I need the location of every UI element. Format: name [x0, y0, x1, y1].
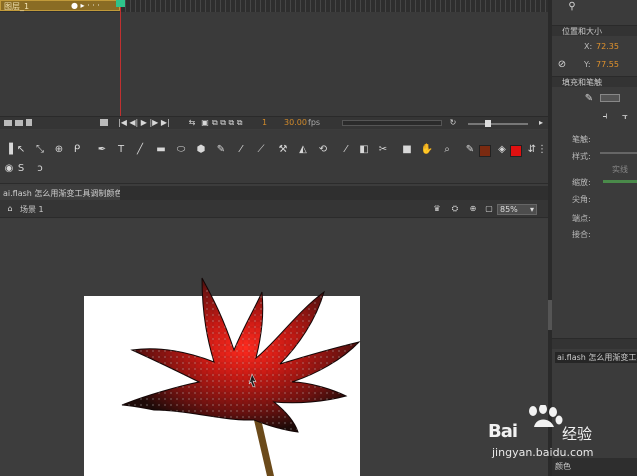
distribute-icon[interactable]: ⫟ — [618, 110, 632, 124]
flash-ide-window: 图层_1 ● ▸ · · · |◀ ◀| ▶ |▶ ▶| ⇆ ▣ ⧉ ⧉ ⧉ ⧉… — [0, 0, 637, 476]
fill-color-swatch[interactable] — [510, 145, 522, 157]
eraser-icon[interactable]: ◧ — [357, 143, 371, 157]
scene-icon: ⌂ — [7, 204, 13, 213]
link-icon[interactable]: ⊘ — [555, 58, 569, 72]
scene-name[interactable]: 场景 1 — [20, 204, 44, 215]
x-label: X: — [584, 42, 593, 51]
lasso-tool-icon[interactable]: ᑭ — [70, 143, 84, 157]
playback-controls[interactable]: |◀ ◀| ▶ |▶ ▶| — [118, 116, 178, 130]
pencil-tool-icon[interactable]: ✎ — [214, 143, 228, 157]
edit-scene-icon[interactable]: ♛ — [430, 202, 444, 216]
layer-name: 图层_1 — [4, 2, 30, 11]
library-document-field[interactable]: ai.flash 怎么用渐变工具调制 — [555, 352, 637, 363]
more-tools-icon[interactable]: ⋮ — [535, 143, 549, 157]
subselection-tool-icon[interactable]: ⤡ — [33, 143, 47, 157]
camera-tool-icon[interactable]: ■ — [400, 143, 414, 157]
watermark-brand: Bai — [488, 421, 518, 442]
join-label: 接合: — [572, 230, 591, 239]
library-icon[interactable]: ⚲ — [565, 0, 579, 14]
position-size-header[interactable]: 位置和大小 — [552, 25, 637, 36]
paint-brush-icon[interactable]: ⟋ — [254, 143, 268, 157]
baidu-paw-logo — [529, 405, 563, 427]
watermark-url: jingyan.baidu.com — [492, 446, 594, 459]
stroke-slider[interactable] — [600, 152, 637, 154]
chevron-down-icon[interactable]: ▾ — [530, 205, 534, 214]
smooth-icon[interactable]: S — [14, 162, 28, 176]
zoom-tool-icon[interactable]: ⌕ — [440, 143, 454, 157]
selection-tool-icon[interactable]: ↖ — [14, 143, 28, 157]
stroke-color-icon[interactable]: ✎ — [463, 143, 477, 157]
style-option[interactable]: 实线 — [612, 164, 628, 175]
ink-bottle-icon[interactable]: ⟲ — [316, 143, 330, 157]
pen-tool-icon[interactable]: ✒ — [95, 143, 109, 157]
layer-row[interactable]: 图层_1 ● ▸ · · · — [0, 0, 120, 11]
x-value[interactable]: 72.35 — [596, 42, 619, 51]
new-layer-icon[interactable] — [4, 120, 12, 126]
zoom-select[interactable]: 85% ▾ — [497, 204, 537, 215]
timeline-panel: 图层_1 ● ▸ · · · |◀ ◀| ▶ |▶ ▶| ⇆ ▣ ⧉ ⧉ ⧉ ⧉… — [0, 0, 548, 129]
stroke-label: 笔触: — [572, 135, 591, 144]
brush-tool-icon[interactable]: ⁄ — [234, 143, 248, 157]
oval-tool-icon[interactable]: ⬭ — [174, 143, 188, 157]
style-label: 样式: — [572, 152, 591, 161]
frame-rate[interactable]: 30.00 — [284, 118, 307, 127]
hand-tool-icon[interactable]: ✋ — [420, 143, 434, 157]
stroke-color-swatch[interactable] — [479, 145, 491, 157]
loop-icon[interactable]: ⇆ — [185, 116, 199, 130]
timeline-zoom-knob[interactable] — [485, 120, 491, 127]
panel-scrollbar[interactable] — [548, 300, 552, 330]
cap-label: 端点: — [572, 214, 591, 223]
onion-skin-icon[interactable]: ▣ — [198, 116, 212, 130]
clip-icon[interactable]: ▢ — [482, 202, 496, 216]
fill-stroke-header[interactable]: 填充和笔触 — [552, 76, 637, 87]
playhead-handle[interactable] — [116, 0, 125, 7]
center-stage-icon[interactable]: ⊕ — [466, 202, 480, 216]
document-tab-title: ai.flash 怎么用渐变工具调制颜色.fla* — [3, 189, 120, 198]
library-header[interactable] — [552, 338, 637, 349]
eyedropper-icon[interactable]: ⁄ — [339, 143, 353, 157]
current-frame[interactable]: 1 — [262, 118, 267, 127]
scale-label: 缩放: — [572, 178, 591, 187]
y-label: Y: — [584, 60, 591, 69]
pencil-icon[interactable]: ✎ — [582, 92, 596, 106]
playhead-line — [120, 0, 121, 116]
edit-symbols-icon[interactable]: ⛭ — [448, 202, 462, 216]
onion-options-icon[interactable]: ⧉ ⧉ ⧉ ⧉ — [212, 116, 257, 130]
maple-leaf-graphic[interactable] — [84, 270, 374, 476]
timeline-zoom-slider[interactable] — [468, 123, 528, 125]
edit-bar: ⌂ 场景 1 ♛ ⛭ ⊕ ▢ — [0, 200, 548, 218]
straighten-icon[interactable]: ↄ — [33, 162, 47, 176]
rectangle-tool-icon[interactable]: ▬ — [154, 143, 168, 157]
timeline-scrollbar[interactable] — [342, 120, 442, 126]
new-folder-icon[interactable] — [15, 120, 23, 126]
scale-bar[interactable] — [603, 180, 637, 183]
tip-label: 尖角: — [572, 195, 591, 204]
bone-tool-icon[interactable]: ⚒ — [276, 143, 290, 157]
align-icon[interactable]: ⫞ — [598, 110, 612, 124]
fps-unit: fps — [308, 118, 321, 127]
zoom-value: 85% — [500, 205, 518, 214]
width-tool-icon[interactable]: ✂ — [376, 143, 390, 157]
line-tool-icon[interactable]: ╱ — [133, 143, 147, 157]
paint-bucket-icon[interactable]: ◭ — [296, 143, 310, 157]
delete-layer-icon[interactable] — [26, 119, 32, 126]
watermark-jingyan: 经验 — [562, 425, 593, 443]
layer-visibility-icon[interactable]: ● ▸ · · · — [71, 1, 100, 10]
timeline-menu-icon[interactable]: ▸ — [534, 116, 548, 130]
stroke-style-swatch[interactable] — [600, 94, 620, 102]
text-tool-icon[interactable]: T — [114, 143, 128, 157]
leaf-body — [121, 277, 361, 433]
fill-color-icon[interactable]: ◈ — [495, 143, 509, 157]
camera-icon[interactable] — [100, 119, 108, 126]
tools-panel: ▐ ↖ ⤡ ⊕ ᑭ ✒ T ╱ ▬ ⬭ ⬢ ✎ ⁄ ⟋ ⚒ ◭ ⟲ ⁄ ◧ ✂ … — [0, 130, 548, 184]
panel-footer: 颜色 — [552, 458, 637, 476]
polystar-tool-icon[interactable]: ⬢ — [194, 143, 208, 157]
timeline-controls: |◀ ◀| ▶ |▶ ▶| ⇆ ▣ ⧉ ⧉ ⧉ ⧉ 1 30.00 fps ↻ … — [0, 116, 548, 129]
center-frame-icon[interactable]: ↻ — [446, 116, 460, 130]
document-tab[interactable]: ai.flash 怎么用渐变工具调制颜色.fla* ✕ — [0, 186, 120, 200]
y-value[interactable]: 77.55 — [596, 60, 619, 69]
free-transform-icon[interactable]: ⊕ — [52, 143, 66, 157]
